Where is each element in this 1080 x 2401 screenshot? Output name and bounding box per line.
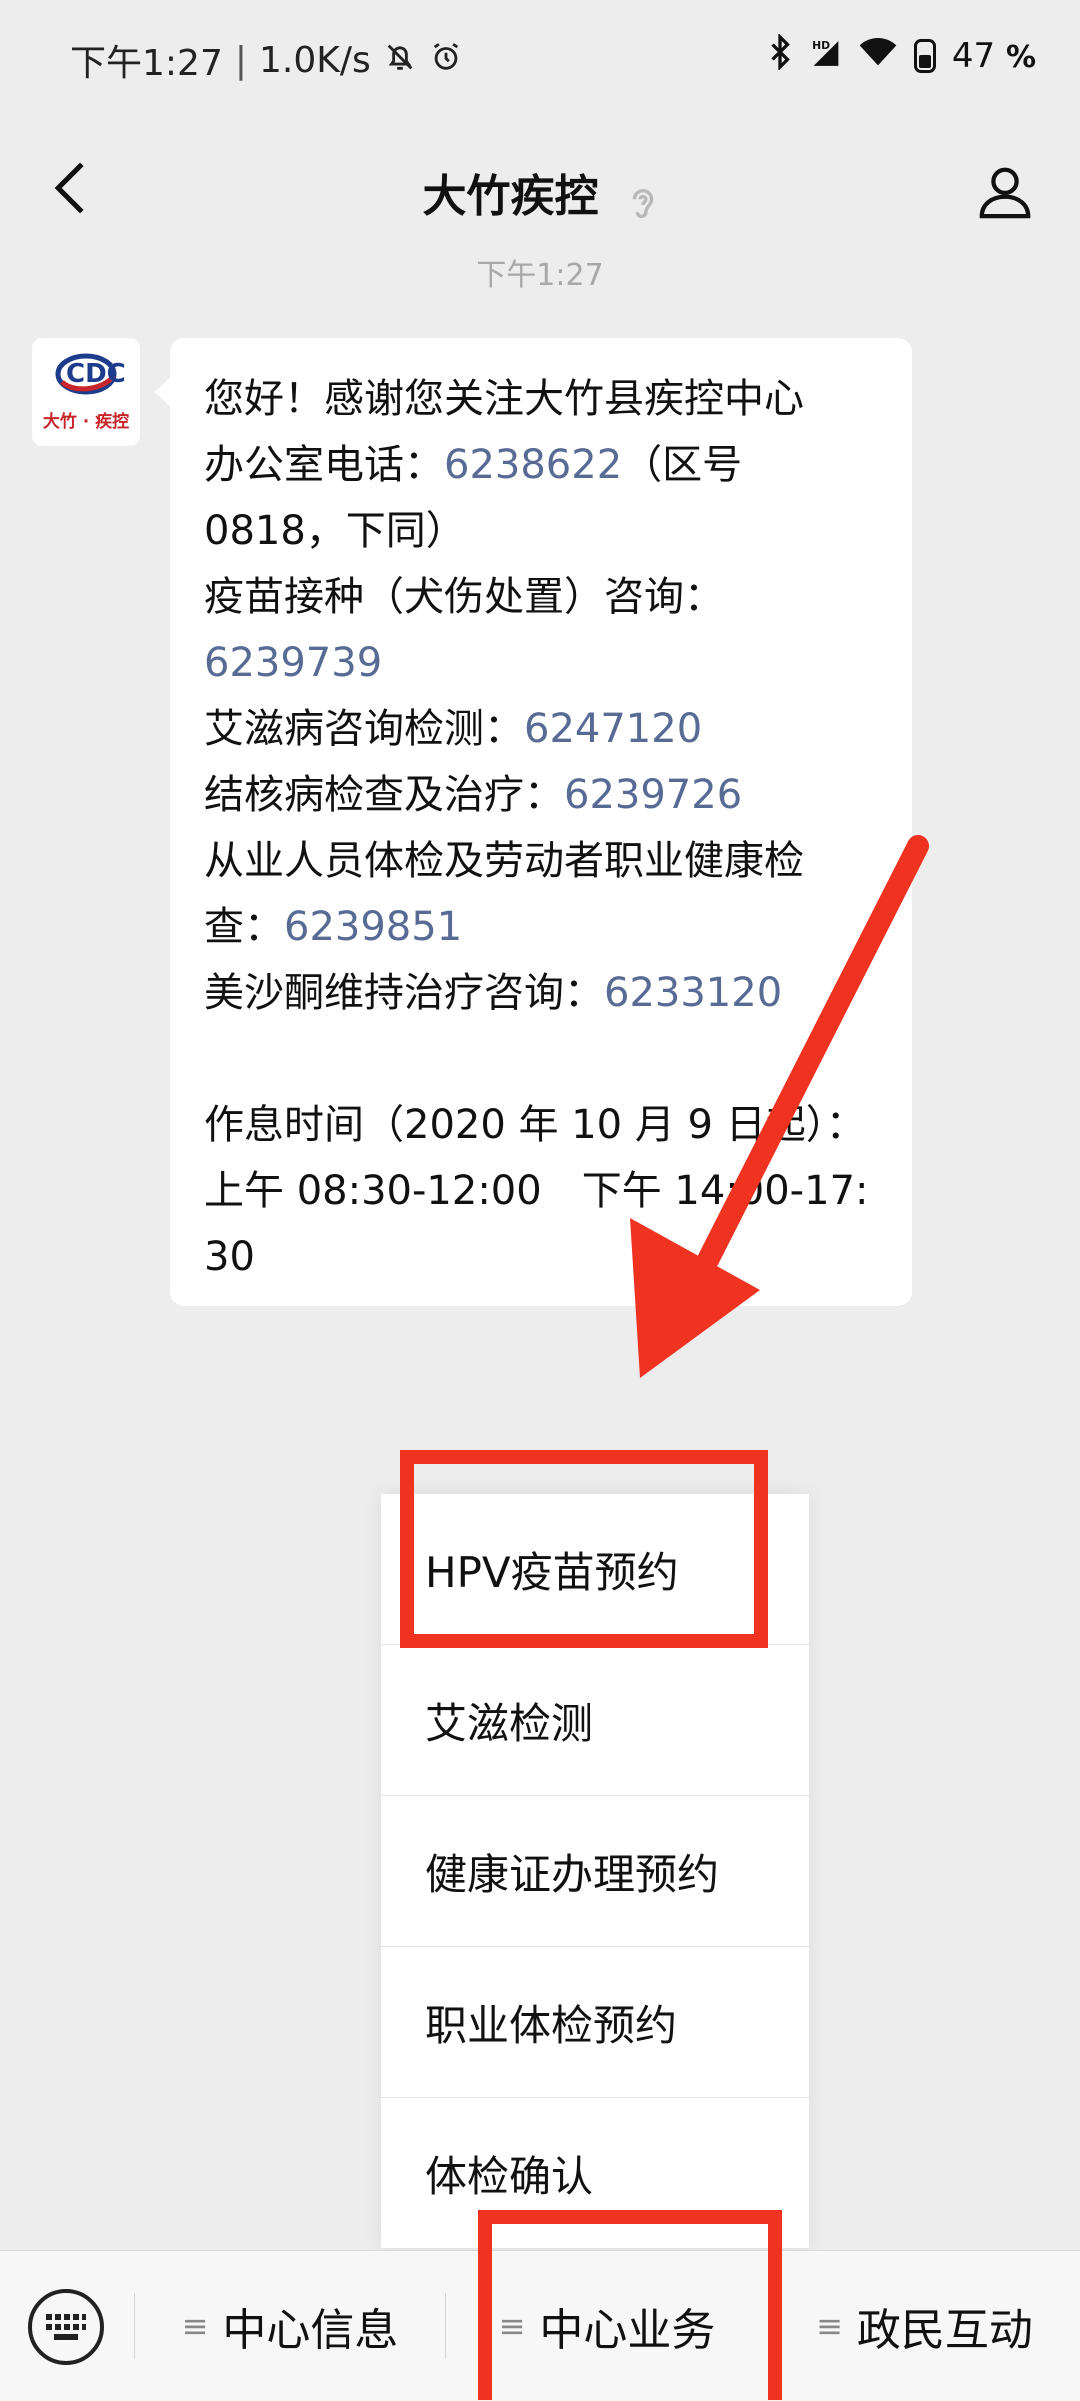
status-separator: | [234,39,247,81]
message-line: 上午 08:30-12:00 下午 14:00-17: [204,1168,869,1214]
phone-link[interactable]: 6239851 [284,904,462,950]
profile-button[interactable] [960,146,1050,236]
message-text: 艾滋病咨询检测： [204,706,524,752]
message-line: 作息时间（2020 年 10 月 9 日起）： [204,1102,866,1148]
menu-item-occupational-exam[interactable]: 职业体检预约 [381,1947,809,2098]
message-text: （区号 [622,442,743,488]
status-bar: 下午1:27 | 1.0K/s HD 47 % [0,0,1080,118]
phone-link[interactable]: 6247120 [524,706,702,752]
header-bar: 大竹疾控 [0,118,1080,268]
keyboard-toggle-button[interactable] [28,2289,104,2365]
menu-item-aids-test[interactable]: 艾滋检测 [381,1645,809,1796]
bell-off-icon [383,40,417,81]
avatar[interactable]: CDC 大竹 · 疾控 [32,338,140,446]
alarm-icon [429,40,463,81]
network-speed: 1.0K/s [258,39,371,81]
menu-lines-icon: ≡ [816,2307,843,2345]
tab-public-interaction[interactable]: ≡ 政民互动 [769,2251,1080,2401]
phone-link[interactable]: 6233120 [604,970,782,1016]
status-time: 下午1:27 [70,43,223,84]
message-bubble: 您好！感谢您关注大竹县疾控中心 办公室电话：6238622（区号 0818，下同… [154,338,912,1306]
chat-timestamp: 下午1:27 [476,258,604,293]
hd-signal-icon: HD [810,35,842,76]
message-line: 30 [204,1234,255,1280]
message-text: 美沙酮维持治疗咨询： [204,970,604,1016]
cdc-logo-icon: CDC [55,353,126,395]
message-line: 0818，下同） [204,508,466,554]
highlight-box-center-business [478,2210,782,2400]
bluetooth-icon [766,33,794,77]
tab-label: 中心信息 [222,2305,399,2356]
message-text: 结核病检查及治疗： [204,772,564,818]
svg-text:HD: HD [812,39,830,52]
page-title: 大竹疾控 [422,171,599,222]
menu-lines-icon: ≡ [181,2307,209,2345]
phone-link[interactable]: 6239739 [204,640,382,686]
avatar-caption: 大竹 · 疾控 [42,412,130,432]
wifi-icon [858,36,898,75]
message-line: 从业人员体检及劳动者职业健康检 [204,838,804,884]
keyboard-icon [46,2314,86,2340]
message-line: 疫苗接种（犬伤处置）咨询： [204,574,724,620]
tab-center-info[interactable]: ≡ 中心信息 [135,2251,445,2401]
message-line: 您好！感谢您关注大竹县疾控中心 [204,376,804,422]
ear-icon[interactable] [628,185,658,229]
logo-letters: CDC [66,359,126,389]
phone-link[interactable]: 6238622 [444,442,622,488]
battery-unit: % [1005,39,1036,75]
highlight-box-hpv [400,1450,768,1648]
message-text: 查： [204,904,284,950]
battery-percent: 47 [951,35,996,76]
battery-icon [913,38,936,73]
phone-link[interactable]: 6239726 [564,772,742,818]
menu-item-health-certificate[interactable]: 健康证办理预约 [381,1796,809,1947]
profile-icon [979,167,1031,219]
message-text: 办公室电话： [204,442,444,488]
tab-label: 政民互动 [856,2305,1033,2356]
